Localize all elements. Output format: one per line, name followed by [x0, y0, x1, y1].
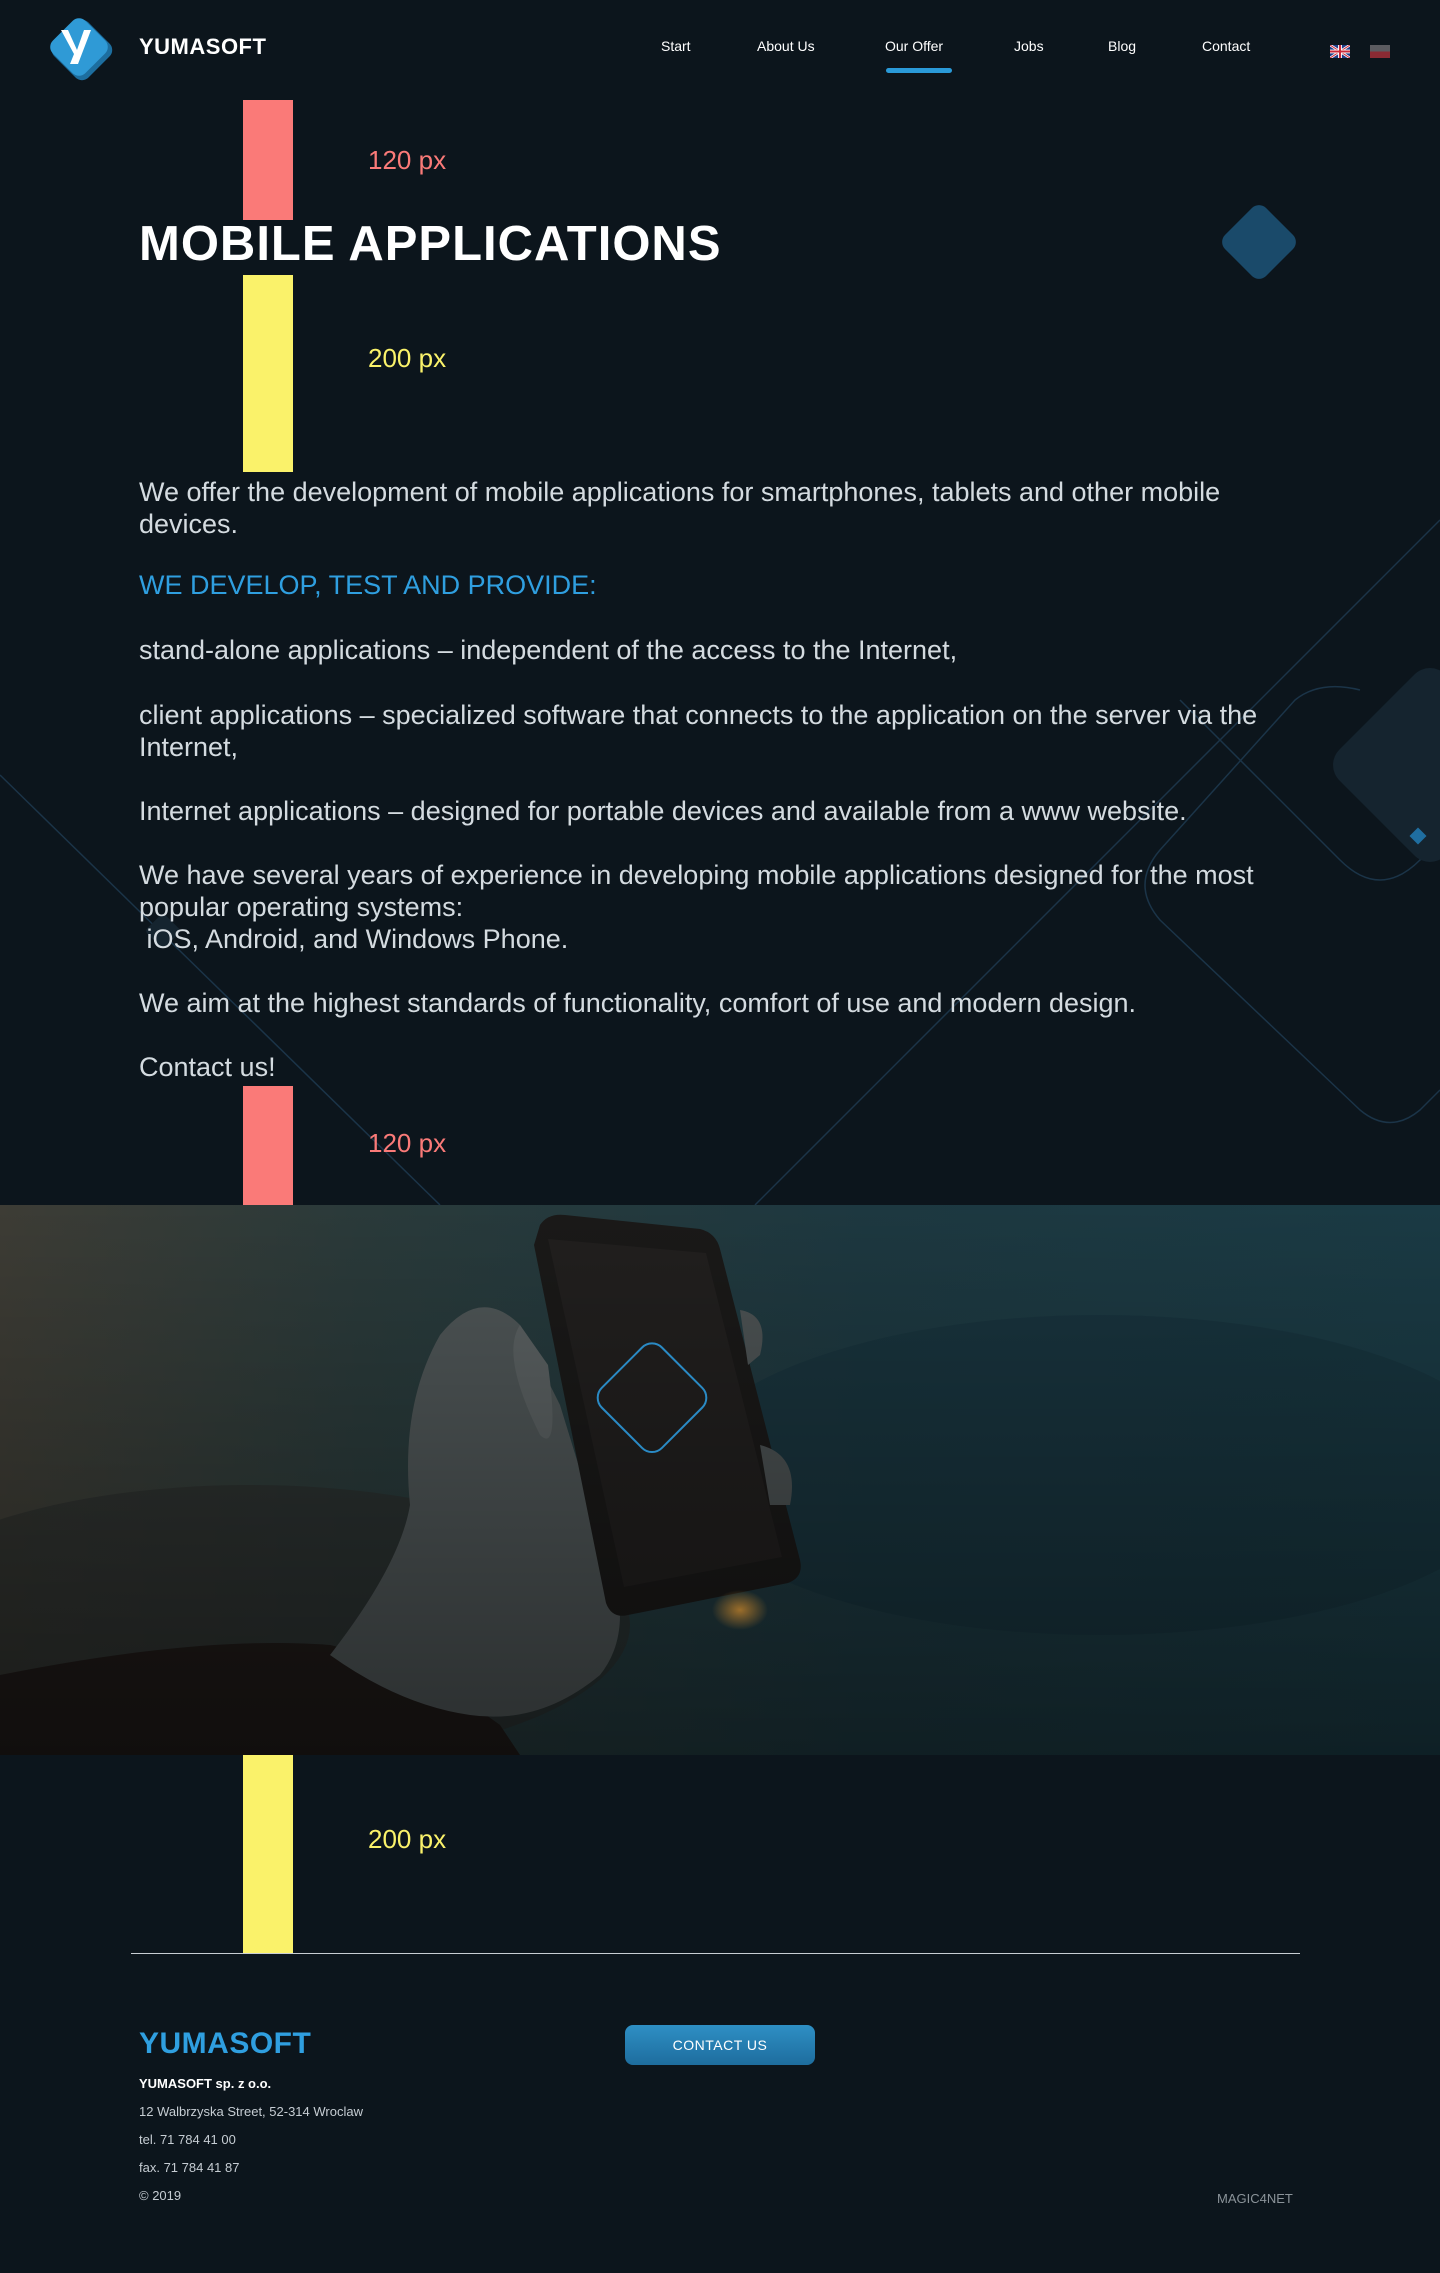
nav-jobs[interactable]: Jobs [1014, 38, 1044, 54]
footer-brand: YUMASOFT [139, 2027, 312, 2060]
background-decoration [0, 519, 1440, 1205]
nav-our-offer[interactable]: Our Offer [885, 38, 943, 54]
footer-divider [131, 1953, 1300, 1954]
spacer-label: 120 px [368, 1128, 447, 1158]
footer-credit-link[interactable]: MAGIC4NET [1217, 2191, 1293, 2206]
spacer-bar-120 [243, 1086, 293, 1205]
nav-start[interactable]: Start [661, 38, 691, 54]
footer-copyright: © 2019 [139, 2188, 182, 2203]
offer-item: stand-alone applications – independent o… [139, 635, 958, 665]
spacer-label: 120 px [368, 145, 447, 175]
nav-active-indicator [886, 68, 952, 73]
page-title: MOBILE APPLICATIONS [139, 217, 722, 271]
main-nav: Start About Us Our Offer Jobs Blog Conta… [0, 38, 1440, 73]
footer-company-name: YUMASOFT sp. z o.o. [139, 2076, 272, 2091]
pl-flag-icon[interactable] [1370, 45, 1390, 58]
nav-blog[interactable]: Blog [1108, 38, 1136, 54]
intro-paragraph: We offer the development of mobile appli… [139, 477, 1221, 539]
footer-phone: tel. 71 784 41 00 [139, 2132, 236, 2147]
offer-item: client applications – specialized softwa… [139, 700, 1258, 762]
contact-us-line: Contact us! [139, 1052, 276, 1082]
standards-paragraph: We aim at the highest standards of funct… [139, 988, 1137, 1018]
hand-holding-phone-image [0, 1205, 1440, 1755]
spacer-label: 200 px [368, 343, 447, 373]
experience-paragraph: We have several years of experience in d… [139, 860, 1254, 922]
nav-about-us[interactable]: About Us [757, 38, 815, 54]
spacer-bar-200 [243, 275, 293, 472]
offer-item: Internet applications – designed for por… [139, 796, 1187, 826]
platforms-line: iOS, Android, and Windows Phone. [139, 924, 569, 954]
nav-contact[interactable]: Contact [1202, 38, 1250, 54]
contact-us-button[interactable]: CONTACT US [625, 2025, 815, 2065]
footer-address: 12 Walbrzyska Street, 52-314 Wroclaw [139, 2104, 363, 2119]
spacer-bar-120 [243, 100, 293, 220]
section-subheading: WE DEVELOP, TEST AND PROVIDE: [139, 570, 597, 600]
spacer-bar-200 [243, 1755, 293, 1953]
footer-fax: fax. 71 784 41 87 [139, 2160, 240, 2175]
decorative-diamond [1217, 200, 1301, 284]
uk-flag-icon[interactable] [1330, 45, 1350, 58]
spacer-label: 200 px [368, 1824, 447, 1854]
